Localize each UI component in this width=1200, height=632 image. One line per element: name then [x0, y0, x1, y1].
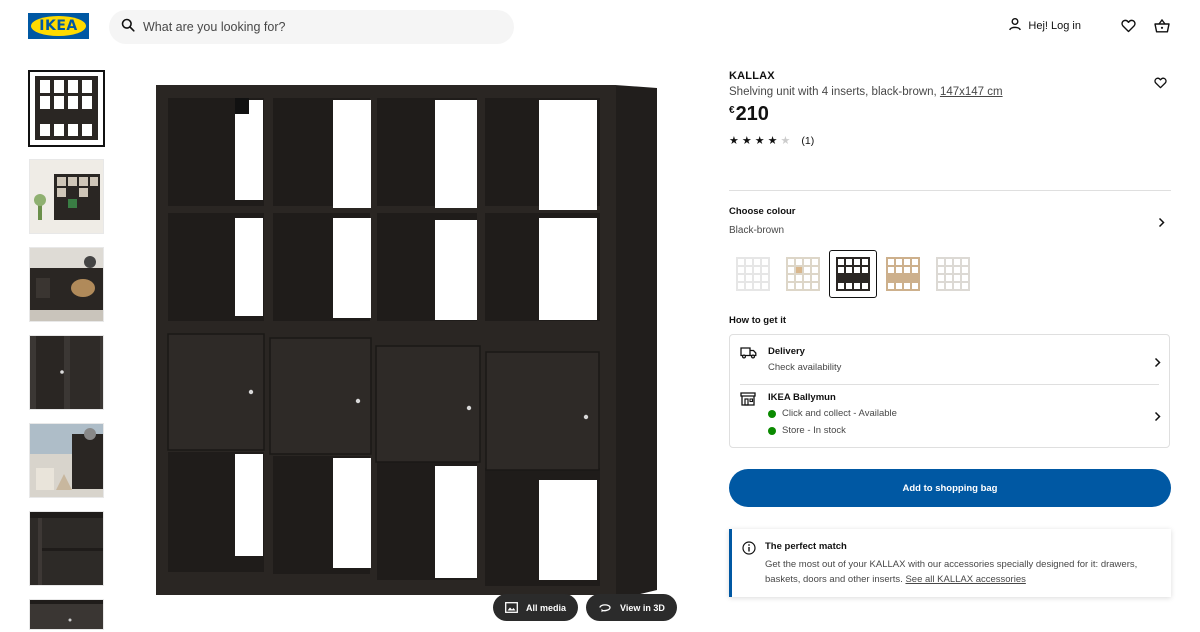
add-to-bag-button[interactable]: Add to shopping bag — [729, 469, 1171, 507]
status-dot-green — [768, 409, 776, 418]
logo-text: IKEA — [39, 18, 78, 34]
price-value: 210 — [735, 103, 769, 125]
colour-swatches — [729, 250, 979, 298]
swatch-white[interactable] — [729, 250, 777, 298]
click-collect-text: Click and collect - Available — [782, 408, 897, 419]
logo-oval: IKEA — [31, 16, 86, 36]
colour-label: Choose colour — [729, 206, 796, 217]
perfect-match-text: Get the most out of your KALLAX with our… — [765, 557, 1165, 587]
login-label: Hej! Log in — [1028, 19, 1081, 32]
chevron-right-icon[interactable] — [1158, 215, 1165, 233]
star-icon: ★ — [729, 134, 739, 147]
click-collect-status: Click and collect - Available — [768, 408, 897, 419]
product-info-panel: KALLAX Shelving unit with 4 inserts, bla… — [729, 70, 1171, 597]
product-price: € 210 — [729, 103, 1171, 126]
thumbnail-1[interactable] — [28, 70, 105, 147]
shopping-bag-icon[interactable] — [1154, 18, 1170, 33]
login-link[interactable]: Hej! Log in — [1008, 17, 1081, 34]
store-title: IKEA Ballymun — [768, 392, 836, 403]
store-stock-status: Store - In stock — [768, 425, 897, 436]
perfect-match-box: The perfect match Get the most out of yo… — [729, 529, 1171, 597]
delivery-subtitle: Check availability — [768, 362, 842, 373]
search-icon — [121, 18, 135, 37]
how-to-get-heading: How to get it — [729, 315, 786, 326]
truck-icon — [740, 346, 758, 373]
user-icon — [1008, 17, 1022, 34]
status-dot-green — [768, 426, 776, 435]
search-bar[interactable] — [109, 10, 514, 44]
swatch-white-oak[interactable] — [779, 250, 827, 298]
product-description: Shelving unit with 4 inserts, black-brow… — [729, 86, 1171, 98]
product-size-link[interactable]: 147x147 cm — [940, 86, 1003, 98]
delivery-options-box: Delivery Check availability IKEA Ballymu… — [729, 334, 1170, 448]
swatch-oak-effect[interactable] — [879, 250, 927, 298]
colour-selector[interactable]: Choose colour Black-brown — [729, 206, 1171, 298]
product-main-image[interactable] — [145, 70, 675, 630]
product-name: KALLAX — [729, 70, 775, 82]
all-media-button[interactable]: All media — [493, 594, 579, 621]
chevron-right-icon[interactable] — [1154, 409, 1161, 427]
rating-stars[interactable]: ★ ★ ★ ★ ★ (1) — [729, 135, 1171, 147]
thumbnail-5[interactable] — [29, 423, 104, 498]
info-icon — [742, 541, 756, 560]
rating-count: (1) — [801, 135, 815, 147]
site-header: IKEA Hej! Log in — [0, 0, 1200, 54]
header-actions: Hej! Log in — [1008, 17, 1170, 34]
store-option[interactable]: IKEA Ballymun Click and collect - Availa… — [740, 392, 1159, 436]
product-desc-text: Shelving unit with 4 inserts, black-brow… — [729, 86, 940, 98]
thumbnail-7[interactable] — [29, 599, 104, 630]
thumbnail-3[interactable] — [29, 247, 104, 322]
store-stock-text: Store - In stock — [782, 425, 846, 436]
colour-value: Black-brown — [729, 225, 785, 236]
swatch-white-stained-oak[interactable] — [929, 250, 977, 298]
star-icon: ★ — [754, 134, 765, 147]
section-divider — [729, 190, 1171, 191]
all-media-label: All media — [526, 602, 567, 613]
heart-icon[interactable] — [1121, 19, 1136, 33]
delivery-option[interactable]: Delivery Check availability — [740, 346, 1159, 373]
thumbnail-4[interactable] — [29, 335, 104, 410]
star-icon: ★ — [741, 134, 752, 147]
rotate-3d-icon — [599, 604, 611, 613]
row-divider — [740, 384, 1159, 385]
chevron-right-icon[interactable] — [1154, 355, 1161, 373]
thumbnail-2[interactable] — [29, 159, 104, 234]
price-currency: € — [729, 105, 735, 116]
delivery-title: Delivery — [768, 346, 805, 357]
star-empty-icon: ★ — [780, 134, 791, 147]
accessories-link[interactable]: See all KALLAX accessories — [905, 574, 1025, 585]
store-icon — [740, 392, 758, 436]
star-icon: ★ — [767, 134, 778, 147]
thumbnail-6[interactable] — [29, 511, 104, 586]
view-3d-label: View in 3D — [620, 602, 665, 613]
favourite-heart-icon[interactable] — [1154, 76, 1167, 94]
search-input[interactable] — [143, 20, 483, 34]
perfect-match-title: The perfect match — [765, 541, 847, 552]
gallery-icon — [505, 602, 518, 613]
ikea-logo[interactable]: IKEA — [28, 13, 89, 39]
swatch-black-brown[interactable] — [829, 250, 877, 298]
view-3d-button[interactable]: View in 3D — [586, 594, 677, 621]
